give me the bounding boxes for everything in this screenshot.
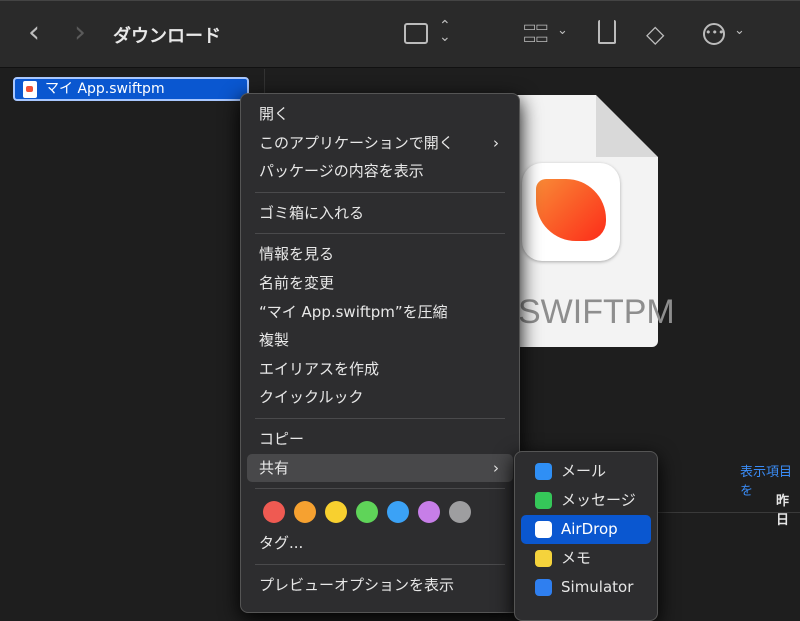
tag-color-dot[interactable]	[356, 501, 378, 524]
menu-item-label: ゴミ箱に入れる	[259, 203, 365, 222]
mail-icon	[535, 463, 552, 480]
menu-item[interactable]: 情報を見る	[247, 240, 513, 269]
menu-separator	[255, 488, 505, 490]
menu-item-label: パッケージの内容を表示	[259, 162, 424, 181]
share-item-label: メッセージ	[561, 491, 636, 509]
share-item[interactable]: メール	[521, 457, 651, 486]
context-menu: 開くこのアプリケーションで開く › パッケージの内容を表示 ゴミ箱に入れる 情報を見る名…	[240, 93, 520, 613]
file-type-label: SWIFTPM	[518, 293, 675, 331]
menu-item[interactable]: コピー	[247, 425, 513, 454]
chevron-down-icon[interactable]: ⌄	[734, 23, 745, 38]
tag-color-dot[interactable]	[418, 501, 440, 524]
menu-item-label: 情報を見る	[259, 245, 335, 264]
tag-icon[interactable]: ◇	[646, 20, 664, 48]
swift-logo-icon	[522, 163, 620, 261]
menu-item[interactable]: タグ...	[247, 529, 513, 558]
menu-separator	[255, 191, 505, 193]
share-item-label: メモ	[561, 549, 592, 567]
file-preview: SWIFTPM	[500, 95, 675, 347]
chevron-updown-icon[interactable]: ⌃ ⌄	[439, 19, 451, 44]
chevron-down-icon[interactable]: ⌄	[557, 23, 568, 38]
share-item[interactable]: メッセージ	[521, 486, 651, 515]
share-item[interactable]: AirDrop	[521, 515, 651, 544]
menu-item-label: このアプリケーションで開く	[259, 133, 454, 152]
menu-item[interactable]: 共有 ›	[247, 453, 513, 483]
more-icon[interactable]: •••	[703, 23, 725, 45]
chevron-right-icon: ›	[493, 133, 499, 152]
menu-item[interactable]: パッケージの内容を表示	[247, 157, 513, 186]
file-list	[0, 69, 265, 606]
tag-colors	[247, 495, 513, 529]
menu-item-label: タグ...	[259, 534, 304, 553]
menu-item[interactable]: 開く	[247, 100, 513, 129]
menu-item-label: プレビューオプションを表示	[259, 575, 455, 594]
window-title: ダウンロード	[113, 26, 221, 47]
column-view-icon[interactable]	[404, 23, 428, 44]
group-icon[interactable]: ▭▭ ▭▭	[523, 20, 548, 46]
share-item-label: Simulator	[561, 578, 634, 596]
share-item-label: メール	[561, 462, 607, 480]
menu-item-label: “マイ App.swiftpm”を圧縮	[259, 302, 448, 321]
tag-color-dot[interactable]	[325, 501, 347, 524]
page-fold	[596, 95, 658, 157]
menu-item[interactable]: クイックルック	[247, 383, 513, 412]
chevron-right-icon: ›	[493, 458, 499, 477]
menu-item[interactable]: 名前を変更	[247, 269, 513, 298]
toolbar: ‹ › ダウンロード ⌃ ⌄ ▭▭ ▭▭ ⌄ ◇ ••• ⌄	[0, 0, 800, 68]
tag-color-dot[interactable]	[449, 501, 471, 524]
share-icon[interactable]	[598, 20, 616, 44]
airdrop-icon	[535, 521, 552, 538]
share-submenu: メールメッセージ AirDrop メモ Simulator	[514, 451, 658, 621]
menu-item-label: 開く	[259, 105, 290, 123]
menu-item-label: コピー	[259, 429, 305, 448]
file-item-selected[interactable]: マイ App.swiftpm	[13, 77, 249, 101]
menu-separator	[255, 233, 505, 235]
menu-item-label: 複製	[259, 331, 290, 350]
menu-item-label: 名前を変更	[259, 273, 335, 292]
menu-item-label: 共有	[259, 458, 290, 477]
share-item-label: AirDrop	[561, 520, 618, 538]
messages-icon	[535, 492, 552, 509]
menu-item[interactable]: このアプリケーションで開く ›	[247, 129, 513, 158]
tag-color-dot[interactable]	[294, 501, 316, 524]
share-item[interactable]: Simulator	[521, 573, 651, 602]
file-name: マイ App.swiftpm	[45, 81, 165, 97]
menu-separator	[255, 563, 505, 565]
menu-item[interactable]: ゴミ箱に入れる	[247, 199, 513, 228]
notes-icon	[535, 550, 552, 567]
menu-item[interactable]: 複製	[247, 326, 513, 355]
modified-date: 昨日	[776, 494, 790, 528]
menu-item[interactable]: “マイ App.swiftpm”を圧縮	[247, 298, 513, 327]
tag-color-dot[interactable]	[387, 501, 409, 524]
back-button[interactable]: ‹	[28, 18, 40, 48]
menu-item-label: エイリアスを作成	[259, 359, 380, 378]
menu-item[interactable]: プレビューオプションを表示	[247, 571, 513, 600]
divider	[658, 512, 800, 513]
swift-file-icon	[23, 81, 37, 98]
tag-color-dot[interactable]	[263, 501, 285, 524]
menu-item-label: クイックルック	[259, 388, 364, 407]
menu-item[interactable]: エイリアスを作成	[247, 355, 513, 384]
forward-button[interactable]: ›	[74, 18, 86, 48]
share-item[interactable]: メモ	[521, 544, 651, 573]
menu-separator	[255, 417, 505, 419]
simulator-icon	[535, 579, 552, 596]
